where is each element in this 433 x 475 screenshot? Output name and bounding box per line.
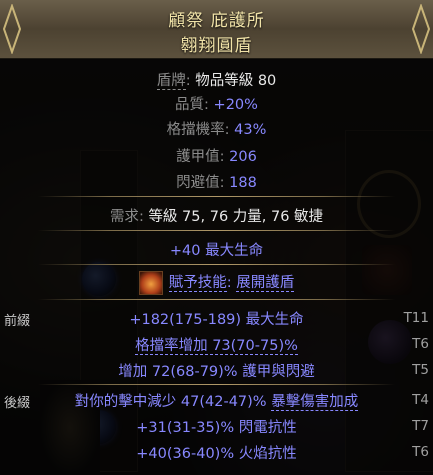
suffix-mod: +40(36-40)% 火焰抗性 [136, 446, 297, 462]
mod-tier: T6 [412, 336, 429, 352]
prefix-mod: +182(175-189) 最大生命 [129, 312, 304, 328]
mod-tier: T7 [412, 418, 429, 434]
evasion-row: 閃避值: 188 [176, 175, 257, 191]
item-base-type: 翱翔圓盾 [180, 36, 253, 56]
armour-value: 206 [229, 149, 257, 165]
granted-skill-row[interactable]: 賦予技能: 展開護盾 [0, 271, 433, 295]
mod-tier: T4 [412, 392, 429, 408]
quality-label: 品質 [175, 97, 205, 113]
separator [38, 264, 395, 265]
item-header: 顧祭 庇護所 翱翔圓盾 [0, 0, 433, 59]
quality-value: +20% [213, 97, 258, 113]
requirements-label: 需求 [109, 209, 139, 225]
skill-gem-icon [138, 271, 163, 295]
evasion-value: 188 [229, 175, 257, 191]
prefix-mod: 格擋率增加 73(70-75)% [135, 338, 298, 355]
suffix-mod: 對你的擊中減少 47(42-47)% 暴擊傷害加成 [74, 394, 359, 411]
separator [38, 384, 395, 385]
block-value: 43% [234, 122, 267, 138]
mod-tier: T11 [403, 310, 429, 326]
suffix-mod: +31(31-35)% 閃電抗性 [136, 420, 297, 436]
prefix-mod: 增加 72(68-79)% 護甲與閃避 [118, 364, 315, 380]
tooltip-body: 盾牌: 物品等級 80 品質: +20% 格擋機率: 43% 護甲值: 206 … [0, 58, 433, 475]
mod-tier: T6 [412, 444, 429, 460]
item-name: 顧祭 庇護所 [168, 11, 265, 31]
block-label: 格擋機率 [166, 122, 225, 138]
granted-skill-value[interactable]: 展開護盾 [236, 275, 295, 292]
item-tooltip: 顧祭 庇護所 翱翔圓盾 盾牌: 物品等級 80 品質: +20% 格擋機率: 4… [0, 0, 433, 475]
item-class-label: 盾牌 [156, 73, 186, 90]
block-row: 格擋機率: 43% [166, 122, 267, 138]
separator [38, 230, 395, 231]
implicit-mod: +40 最大生命 [169, 243, 264, 259]
mod-tier: T5 [412, 362, 429, 378]
separator [38, 299, 395, 300]
separator [38, 196, 395, 197]
armour-row: 護甲值: 206 [176, 149, 257, 165]
requirements-value: 等級 75, 76 力量, 76 敏捷 [148, 209, 324, 225]
granted-skill-label: 賦予技能 [168, 275, 227, 292]
item-class-row: 盾牌: 物品等級 80 [156, 73, 277, 90]
requirements-row: 需求: 等級 75, 76 力量, 76 敏捷 [109, 209, 324, 225]
armour-label: 護甲值 [176, 149, 220, 165]
evasion-label: 閃避值 [176, 175, 220, 191]
quality-row: 品質: +20% [175, 97, 258, 113]
item-level-value: 物品等級 80 [195, 73, 277, 89]
